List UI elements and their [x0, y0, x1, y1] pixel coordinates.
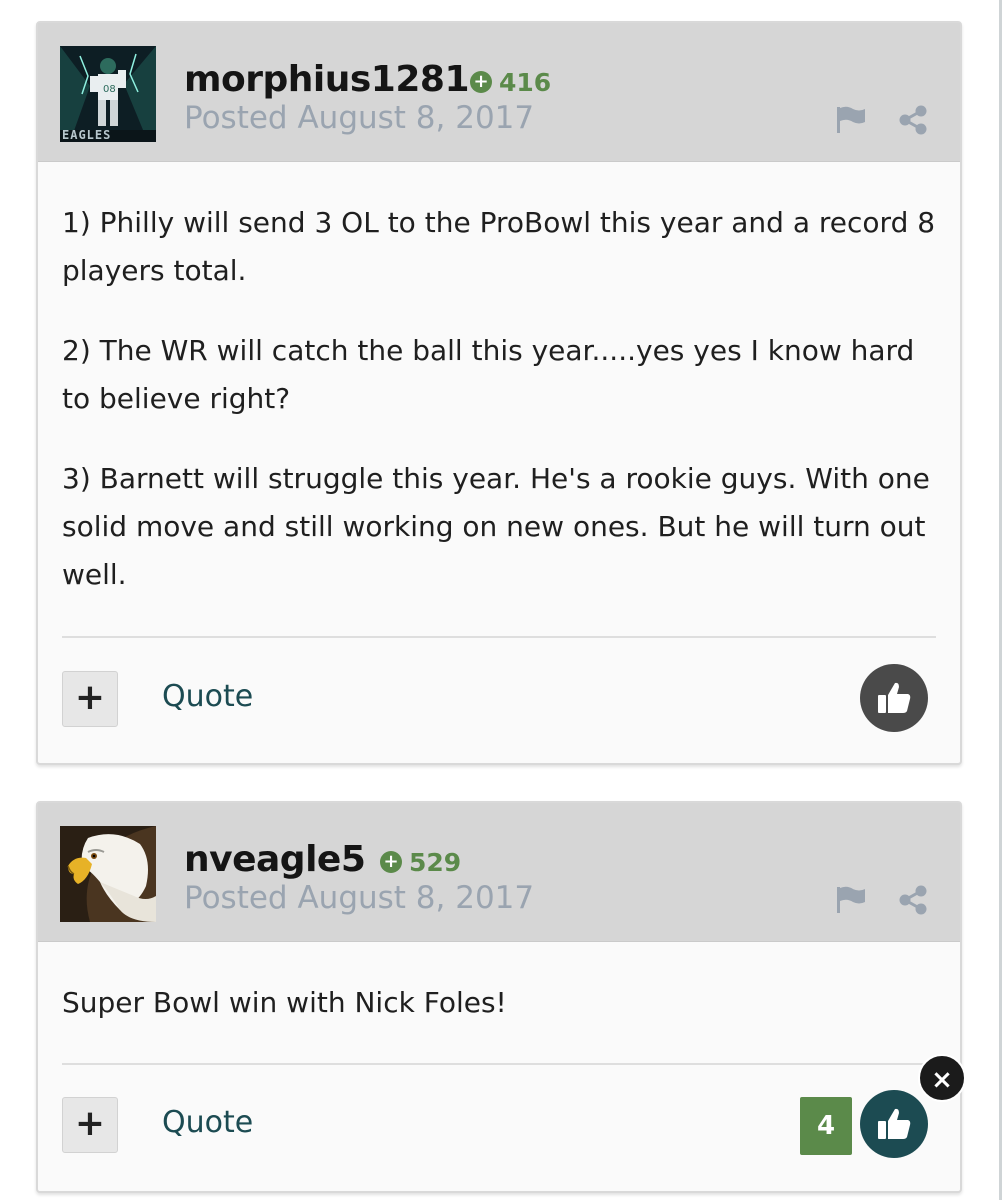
thumbs-up-icon: [878, 682, 911, 713]
quote-link[interactable]: Quote: [162, 679, 253, 714]
post-header: nveagle5 + 529 Posted August 8, 2017: [38, 803, 960, 942]
post-paragraph: Super Bowl win with Nick Foles!: [62, 986, 507, 1019]
reputation-count: 416: [499, 67, 552, 97]
flag-icon[interactable]: [834, 103, 868, 137]
post-paragraph: 3) Barnett will struggle this year. He's…: [62, 462, 930, 591]
multiquote-button[interactable]: +: [62, 1097, 118, 1153]
post-paragraph: 1) Philly will send 3 OL to the ProBowl …: [62, 206, 936, 287]
username[interactable]: nveagle5: [184, 839, 366, 880]
post-paragraph: 2) The WR will catch the ball this year.…: [62, 334, 915, 415]
post-date[interactable]: Posted August 8, 2017: [184, 880, 534, 916]
like-count-badge[interactable]: 4: [800, 1097, 852, 1155]
reputation-badge: + 529: [380, 847, 462, 877]
thumbs-up-icon: [878, 1108, 911, 1139]
close-icon[interactable]: ×: [918, 1054, 966, 1102]
post-morphius1281: 08 EAGLES morphius1281 + 416 Posted Augu…: [36, 21, 962, 765]
avatar[interactable]: [60, 826, 156, 922]
divider: [62, 636, 936, 638]
svg-text:08: 08: [103, 84, 116, 95]
plus-circle-icon: +: [380, 851, 402, 873]
reputation-count: 529: [409, 847, 462, 877]
like-button[interactable]: [860, 664, 928, 732]
reputation-badge: + 416: [470, 67, 552, 97]
post-date[interactable]: Posted August 8, 2017: [184, 100, 534, 136]
like-button[interactable]: [860, 1090, 928, 1158]
share-icon[interactable]: [896, 883, 930, 917]
quote-link[interactable]: Quote: [162, 1105, 253, 1140]
post-nveagle5: nveagle5 + 529 Posted August 8, 2017 Sup…: [36, 801, 962, 1193]
plus-circle-icon: +: [470, 71, 492, 93]
flag-icon[interactable]: [834, 883, 868, 917]
avatar[interactable]: 08 EAGLES: [60, 46, 156, 142]
post-header: 08 EAGLES morphius1281 + 416 Posted Augu…: [38, 23, 960, 162]
multiquote-button[interactable]: +: [62, 671, 118, 727]
username[interactable]: morphius1281: [184, 59, 470, 100]
post-body: 1) Philly will send 3 OL to the ProBowl …: [62, 199, 936, 631]
share-icon[interactable]: [896, 103, 930, 137]
avatar-logo-text: EAGLES: [62, 128, 112, 142]
post-body: Super Bowl win with Nick Foles!: [62, 979, 936, 1059]
divider: [62, 1063, 936, 1065]
